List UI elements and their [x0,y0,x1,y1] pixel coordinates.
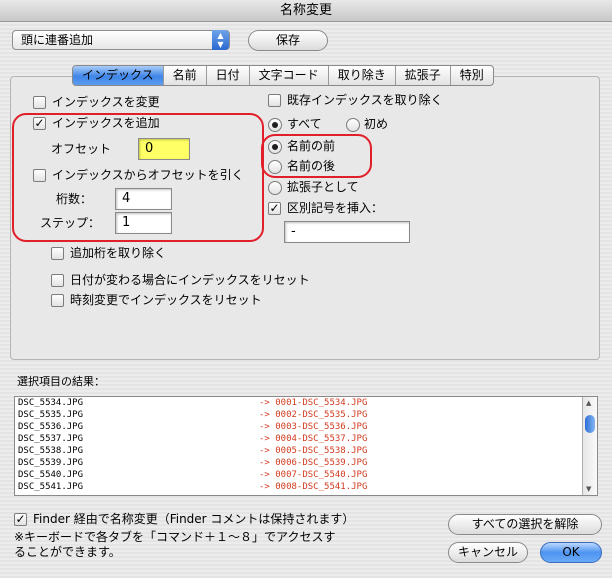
tab-index[interactable]: インデックス [73,66,163,85]
preset-popup-value: 頭に連番追加 [21,33,94,47]
list-item-src: DSC_5541.JPG [18,482,84,492]
deselect-all-button[interactable]: すべての選択を解除 [448,514,602,535]
list-item: DSC_5536.JPG -> 0003-DSC_5536.JPG [15,422,581,433]
tab-remove[interactable]: 取り除き [327,66,395,85]
list-item: DSC_5534.JPG -> 0001-DSC_5534.JPG [15,398,581,409]
results-list[interactable]: DSC_5534.JPG -> 0001-DSC_5534.JPG DSC_553… [14,396,598,496]
reset-on-time-label: 時刻変更でインデックスをリセット [70,293,262,307]
list-item-dst: -> 0008-DSC_5541.JPG [259,482,368,492]
remove-added-digits-checkbox[interactable] [51,247,64,260]
list-item-src: DSC_5540.JPG [18,470,84,480]
ok-button[interactable]: OK [540,542,602,563]
finder-rename-checkbox[interactable]: ✓ [14,513,27,526]
as-extension-radio[interactable] [268,181,282,195]
list-item-dst: -> 0001-DSC_5534.JPG [259,398,368,408]
list-item-src: DSC_5538.JPG [18,446,84,456]
tab-special[interactable]: 特別 [449,66,493,85]
reset-on-date-label: 日付が変わる場合にインデックスをリセット [70,273,310,287]
scope-first-label: 初め [364,117,389,131]
list-item: DSC_5537.JPG -> 0004-DSC_5537.JPG [15,434,581,445]
list-item-dst: -> 0002-DSC_5535.JPG [259,410,368,420]
scroll-thumb[interactable] [585,415,595,433]
scope-first-radio[interactable] [346,118,360,132]
insert-separator-label: 区別記号を挿入： [287,201,384,215]
results-scrollbar[interactable]: ▲ ▼ [582,397,597,495]
separator-field[interactable]: - [284,221,410,243]
insert-separator-checkbox[interactable]: ✓ [268,202,281,215]
preset-popup[interactable]: 頭に連番追加 ▲ ▼ [12,30,230,50]
reset-on-time-checkbox[interactable] [51,294,64,307]
list-item-src: DSC_5534.JPG [18,398,84,408]
save-button[interactable]: 保存 [248,30,328,51]
change-index-checkbox[interactable] [33,96,46,109]
list-item-src: DSC_5536.JPG [18,422,84,432]
as-extension-label: 拡張子として [287,180,359,194]
tab-bar: インデックス 名前 日付 文字コード 取り除き 拡張子 特別 [72,65,494,86]
keyboard-hint-line1: ※キーボードで各タブを「コマンド＋１〜８」でアクセスす [14,530,336,544]
finder-rename-label: Finder 経由で名称変更（Finder コメントは保持されます） [33,512,355,526]
list-item: DSC_5539.JPG -> 0006-DSC_5539.JPG [15,458,581,469]
cancel-button[interactable]: キャンセル [448,542,528,563]
updown-arrows-icon: ▲ ▼ [212,30,229,50]
highlight-left-annotation [12,113,264,242]
list-item-dst: -> 0004-DSC_5537.JPG [259,434,368,444]
list-item-src: DSC_5539.JPG [18,458,84,468]
list-item-dst: -> 0003-DSC_5536.JPG [259,422,368,432]
change-index-label: インデックスを変更 [52,95,160,109]
remove-existing-index-label: 既存インデックスを取り除く [287,93,443,107]
remove-added-digits-label: 追加桁を取り除く [70,246,167,260]
tab-date[interactable]: 日付 [205,66,249,85]
tab-extension[interactable]: 拡張子 [394,66,450,85]
highlight-position-annotation [261,134,372,178]
list-item-src: DSC_5537.JPG [18,434,84,444]
list-item-src: DSC_5535.JPG [18,410,84,420]
scope-all-label: すべて [287,117,322,131]
list-item: DSC_5541.JPG -> 0008-DSC_5541.JPG [15,482,581,493]
list-item: DSC_5540.JPG -> 0007-DSC_5540.JPG [15,470,581,481]
list-item: DSC_5535.JPG -> 0002-DSC_5535.JPG [15,410,581,421]
keyboard-hint-line2: ることができます。 [14,545,121,559]
list-item: DSC_5538.JPG -> 0005-DSC_5538.JPG [15,446,581,457]
scroll-down-icon[interactable]: ▼ [586,485,591,493]
scope-all-radio[interactable] [268,118,282,132]
list-item-dst: -> 0007-DSC_5540.JPG [259,470,368,480]
window-title: 名称変更 [0,0,612,22]
tab-char-code[interactable]: 文字コード [248,66,328,85]
list-item-dst: -> 0005-DSC_5538.JPG [259,446,368,456]
tab-name[interactable]: 名前 [162,66,206,85]
results-label: 選択項目の結果： [17,375,105,388]
scroll-up-icon[interactable]: ▲ [586,399,591,407]
reset-on-date-checkbox[interactable] [51,274,64,287]
remove-existing-index-checkbox[interactable] [268,94,281,107]
list-item-dst: -> 0006-DSC_5539.JPG [259,458,368,468]
